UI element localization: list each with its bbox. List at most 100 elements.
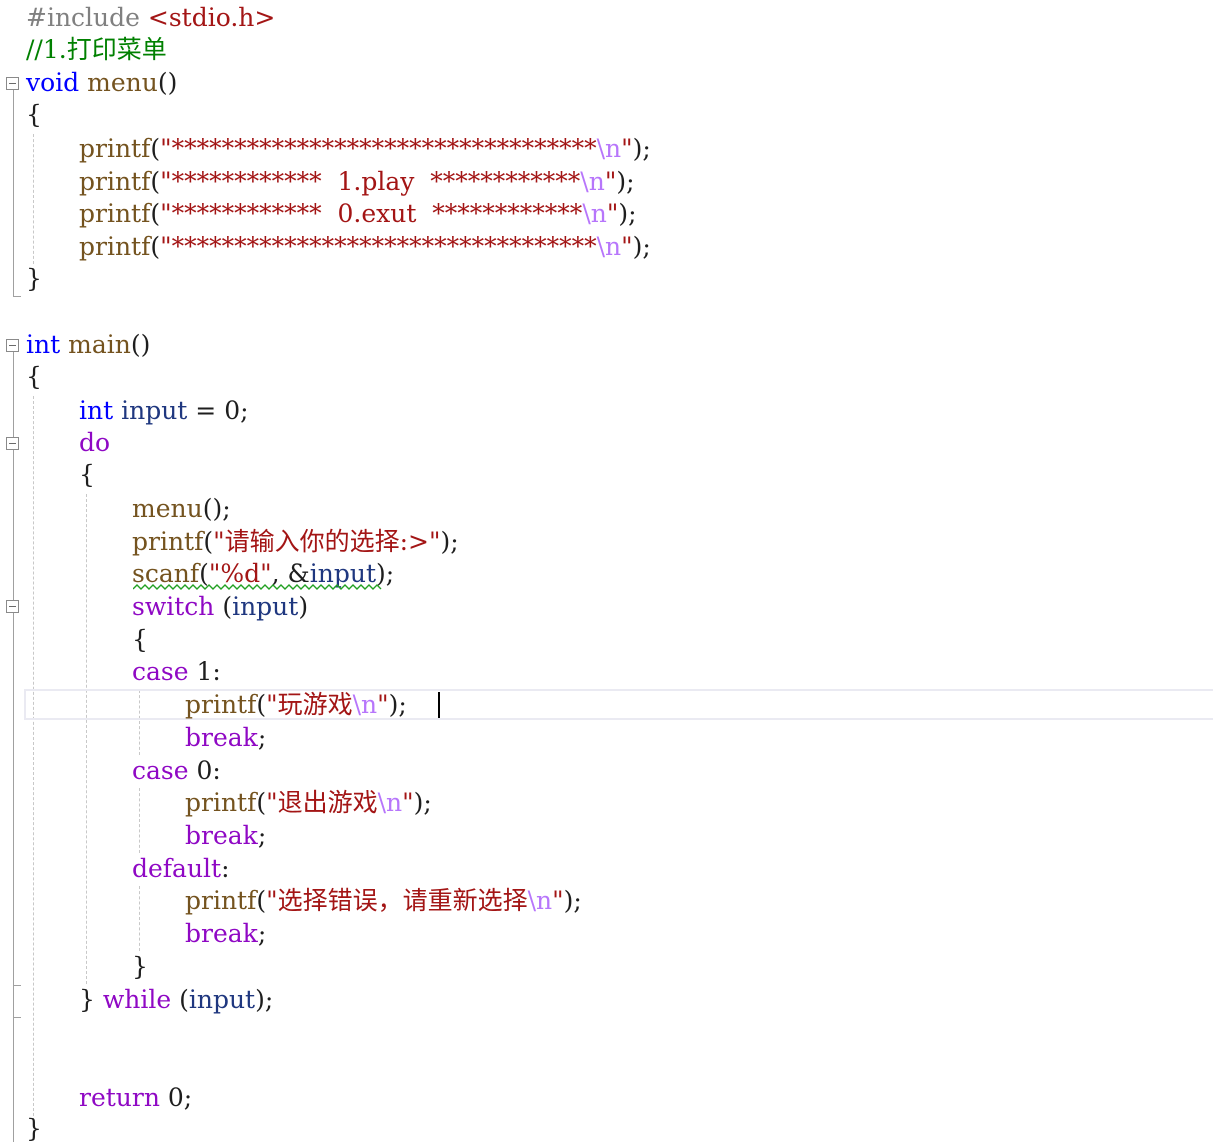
fold-toggle-do-icon[interactable] — [6, 437, 19, 450]
fold-toggle-switch-icon[interactable] — [6, 600, 19, 613]
fold-toggle-main-icon[interactable] — [6, 339, 19, 352]
preprocessor-directive: #include — [26, 3, 140, 32]
escape-sequence: \n — [582, 199, 607, 228]
string-literal: "************ 0.exut ************ — [160, 199, 583, 228]
code-line-include[interactable]: #include <stdio.h> — [26, 2, 275, 34]
fold-region-line — [13, 90, 14, 296]
code-line-brace[interactable]: { — [26, 99, 42, 131]
brace: { — [79, 460, 95, 489]
brace: { — [26, 100, 42, 129]
code-line-menu-decl[interactable]: void menu() — [26, 67, 177, 99]
keyword-void: void — [26, 68, 80, 97]
code-line-break[interactable]: break; — [185, 820, 266, 852]
code-line-break[interactable]: break; — [185, 918, 266, 950]
function-name: main — [68, 330, 131, 359]
code-editor[interactable]: #include <stdio.h> //1.打印菜单 void menu() … — [0, 0, 1213, 1145]
paren: ( — [256, 690, 267, 719]
string-literal: "退出游戏 — [266, 788, 378, 817]
statement-end: ); — [618, 199, 637, 228]
keyword-int: int — [79, 396, 114, 425]
string-quote: " — [377, 690, 389, 719]
code-line-declaration[interactable]: int input = 0; — [79, 395, 249, 427]
paren: ( — [150, 199, 161, 228]
fold-end-tick — [13, 296, 21, 297]
string-literal: "********************************** — [160, 232, 597, 261]
keyword-break: break — [185, 723, 258, 752]
parens: () — [130, 330, 151, 359]
keyword-case: case — [132, 657, 189, 686]
code-line-case-1[interactable]: case 1: — [132, 656, 221, 688]
paren: ( — [150, 232, 161, 261]
indent-guide — [86, 494, 87, 984]
keyword-int: int — [26, 330, 61, 359]
code-line-brace[interactable]: { — [132, 624, 148, 656]
code-line-comment[interactable]: //1.打印菜单 — [26, 34, 167, 66]
statement-end: ); — [413, 788, 432, 817]
brace: { — [26, 362, 42, 391]
keyword-default: default — [132, 854, 222, 883]
escape-sequence: \n — [352, 690, 378, 719]
string-quote: " — [621, 232, 633, 261]
paren: ( — [214, 592, 233, 621]
paren: ( — [171, 985, 189, 1014]
case-label: 0: — [188, 756, 221, 785]
function-call: printf — [79, 134, 151, 163]
fold-gutter — [0, 0, 26, 1145]
keyword-break: break — [185, 821, 258, 850]
code-line-menu-call[interactable]: menu(); — [132, 493, 231, 525]
return-value: 0; — [159, 1083, 193, 1112]
code-line-brace[interactable]: } — [26, 263, 42, 295]
variable: input — [232, 592, 299, 621]
parens: () — [157, 68, 178, 97]
keyword-case: case — [132, 756, 189, 785]
string-quote: " — [552, 886, 564, 915]
code-line-brace[interactable]: { — [26, 361, 42, 393]
fold-toggle-menu-icon[interactable] — [6, 77, 19, 90]
code-line-prompt[interactable]: printf("请输入你的选择:>"); — [132, 526, 459, 558]
escape-sequence: \n — [580, 167, 605, 196]
string-literal: "请输入你的选择:>" — [213, 527, 441, 556]
escape-sequence: \n — [377, 788, 403, 817]
code-line-printf[interactable]: printf("************ 1.play ************… — [79, 166, 635, 198]
code-line-printf[interactable]: printf("选择错误，请重新选择\n"); — [185, 885, 582, 917]
comment: //1.打印菜单 — [26, 35, 167, 64]
code-line-printf[interactable]: printf("************ 0.exut ************… — [79, 198, 637, 230]
string-literal: "********************************** — [160, 134, 597, 163]
brace: } — [132, 952, 148, 981]
code-line-printf[interactable]: printf("********************************… — [79, 133, 651, 165]
code-line-break[interactable]: break; — [185, 722, 266, 754]
code-line-default[interactable]: default: — [132, 853, 230, 885]
string-quote: " — [402, 788, 414, 817]
keyword-break: break — [185, 919, 258, 948]
escape-sequence: \n — [596, 232, 622, 261]
indent-guide — [139, 788, 140, 853]
code-line-return[interactable]: return 0; — [79, 1082, 192, 1114]
escape-sequence: \n — [527, 886, 553, 915]
function-call: printf — [79, 232, 151, 261]
code-line-printf[interactable]: printf("退出游戏\n"); — [185, 787, 432, 819]
paren: ) — [298, 592, 309, 621]
code-line-while[interactable]: } while (input); — [79, 984, 273, 1016]
code-line-printf[interactable]: printf("********************************… — [79, 231, 651, 263]
code-line-main-decl[interactable]: int main() — [26, 329, 150, 361]
escape-sequence: \n — [596, 134, 622, 163]
indent-guide — [33, 396, 34, 1126]
warning-squiggle[interactable] — [133, 583, 383, 591]
text-caret — [438, 692, 440, 718]
statement-end: ); — [632, 232, 651, 261]
code-line-brace[interactable]: } — [132, 951, 148, 983]
function-call: printf — [185, 886, 257, 915]
code-line-printf[interactable]: printf("玩游戏\n"); — [185, 689, 407, 721]
code-line-brace[interactable]: } — [26, 1113, 42, 1145]
statement-end: ); — [255, 985, 274, 1014]
paren: ( — [150, 167, 161, 196]
code-line-do[interactable]: do — [79, 427, 110, 459]
keyword-switch: switch — [132, 592, 215, 621]
statement-end: ); — [563, 886, 582, 915]
keyword-do: do — [79, 428, 111, 457]
paren: ( — [203, 527, 214, 556]
code-line-brace[interactable]: { — [79, 459, 95, 491]
paren: ( — [256, 788, 267, 817]
code-line-switch[interactable]: switch (input) — [132, 591, 308, 623]
code-line-case-0[interactable]: case 0: — [132, 755, 221, 787]
